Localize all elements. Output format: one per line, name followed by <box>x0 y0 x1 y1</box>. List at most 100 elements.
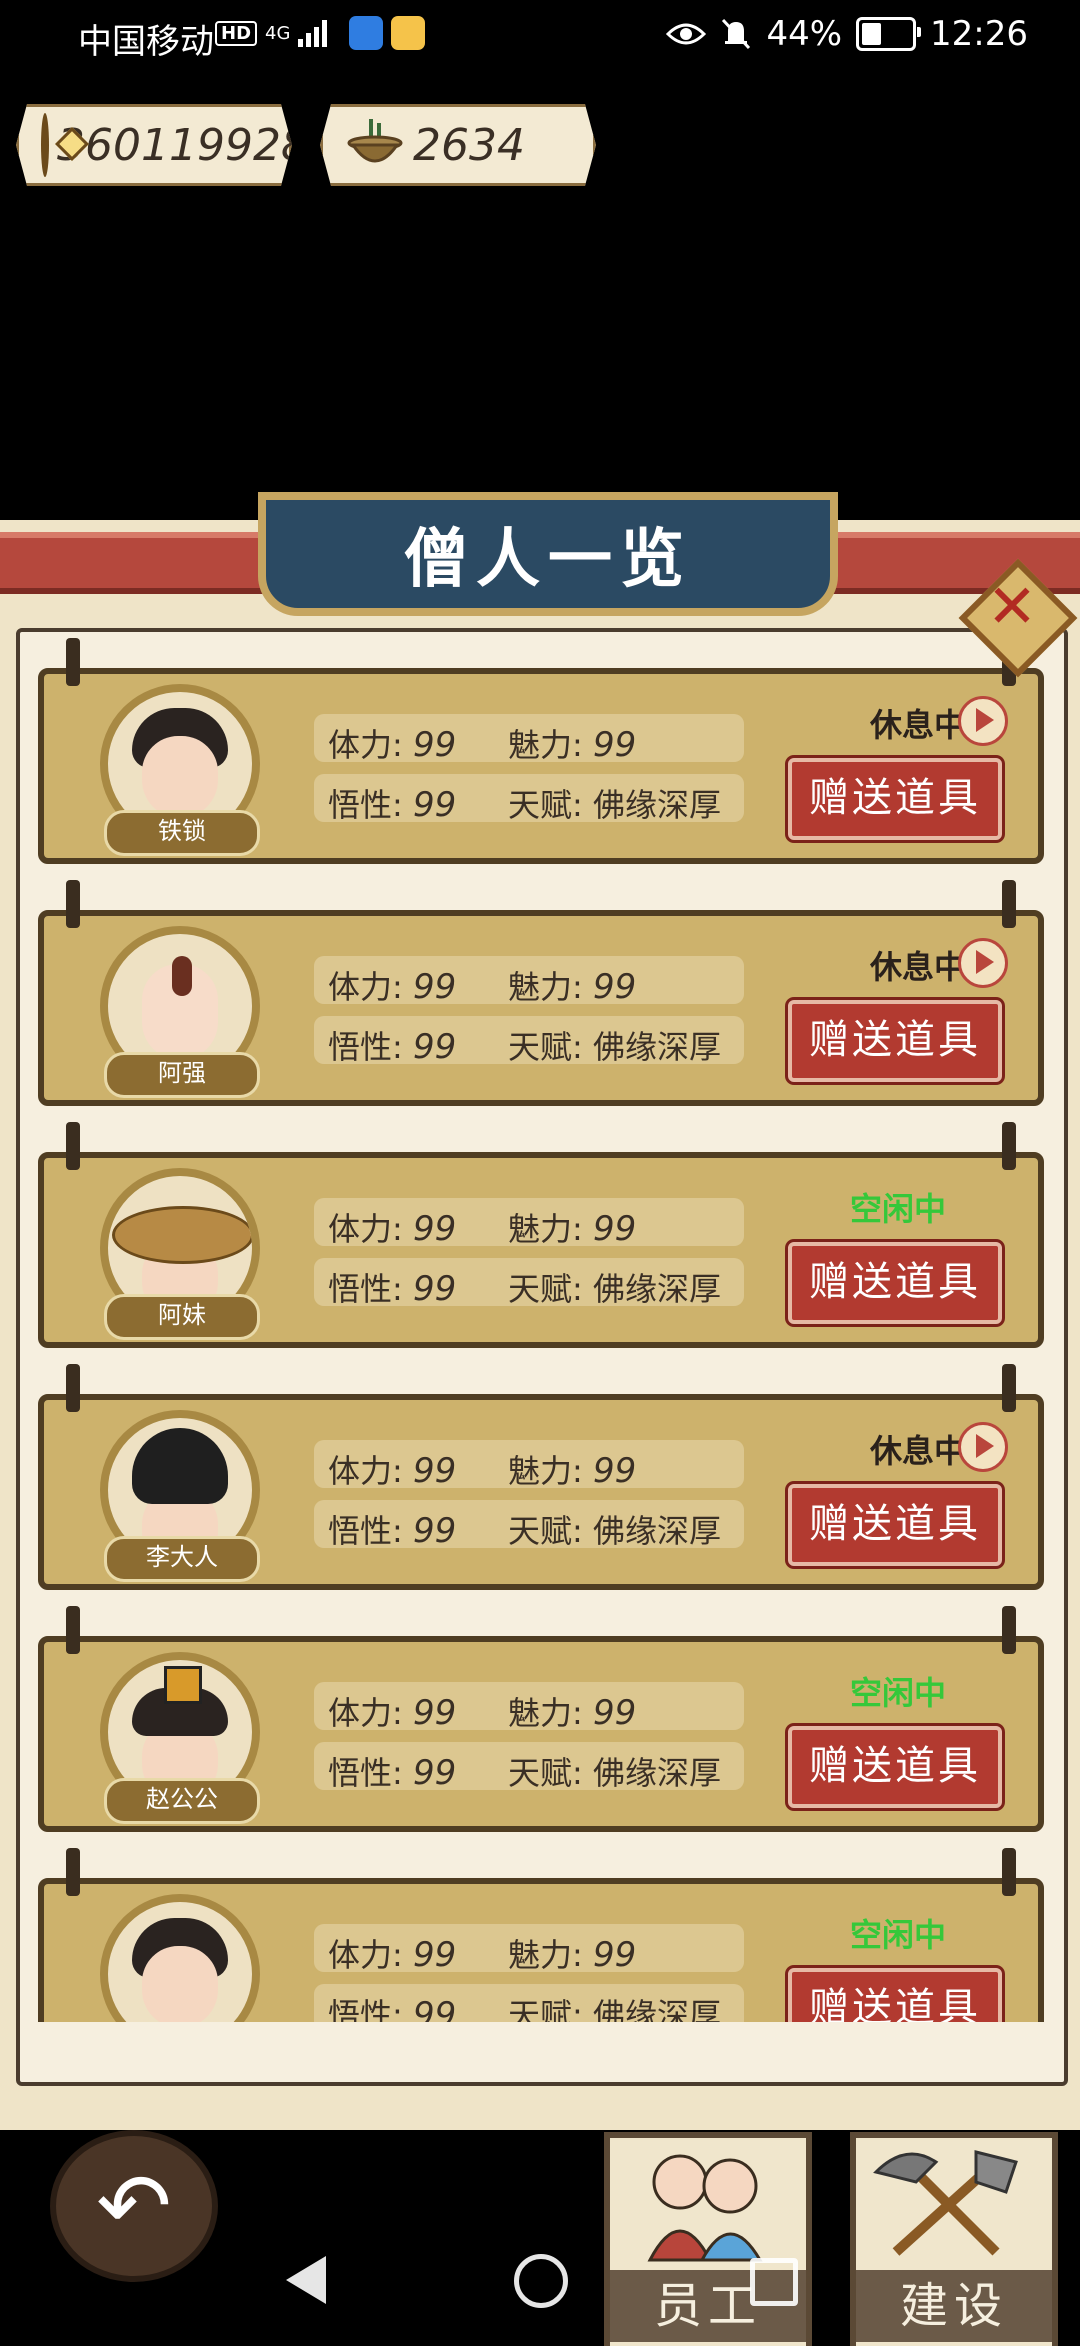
talent-stat: 天赋: 佛缘深厚 <box>508 1022 721 1068</box>
insight-label: 悟性: <box>328 1270 403 1308</box>
close-icon: ✕ <box>986 572 1038 642</box>
staff-icon <box>647 2154 763 2262</box>
close-button[interactable]: ✕ <box>958 558 1078 678</box>
coin-counter: 360119928 <box>16 104 292 186</box>
talent-value: 佛缘深厚 <box>592 1512 721 1550</box>
nav-recent-icon[interactable] <box>750 2258 798 2306</box>
tab-build-label: 建设 <box>856 2270 1052 2342</box>
play-icon[interactable] <box>958 696 1008 746</box>
avatar[interactable] <box>100 1894 260 2022</box>
status-bar: 中国移动 HD 4G 44% 12:26 <box>0 0 1080 70</box>
insight-value: 99 <box>412 1269 457 1309</box>
insight-stat: 悟性: 99 <box>328 1990 456 2022</box>
charm-label: 魅力: <box>508 726 583 764</box>
stats-row-1: 体力: 99 魅力: 99 <box>314 714 744 765</box>
tab-staff[interactable]: 员工 <box>604 2132 812 2346</box>
gift-item-button[interactable]: 赠送道具 <box>788 758 1002 840</box>
tab-build[interactable]: 建设 <box>850 2132 1058 2346</box>
gift-item-button[interactable]: 赠送道具 <box>788 1968 1002 2022</box>
crown <box>164 1666 202 1704</box>
incense-value: 2634 <box>413 119 525 171</box>
insight-value: 99 <box>412 1027 457 1067</box>
talent-value: 佛缘深厚 <box>592 1996 721 2022</box>
card-pin <box>1002 1364 1016 1412</box>
avatar-hair <box>172 956 192 996</box>
stamina-value: 99 <box>412 1935 457 1975</box>
monk-card: 体力: 99 魅力: 99 悟性: 99 天赋: 佛缘深厚 空闲中 赠送道具 <box>38 1848 1044 2022</box>
charm-label: 魅力: <box>508 1452 583 1490</box>
undo-arrow-icon: ↶ <box>96 2154 172 2259</box>
card-pin <box>1002 1606 1016 1654</box>
play-icon[interactable] <box>958 1422 1008 1472</box>
charm-value: 99 <box>592 1935 637 1975</box>
gift-item-button[interactable]: 赠送道具 <box>788 1484 1002 1566</box>
charm-value: 99 <box>592 1209 637 1249</box>
stats-row-2: 悟性: 99 天赋: 佛缘深厚 <box>314 1984 744 2022</box>
insight-label: 悟性: <box>328 1028 403 1066</box>
stats-row-1: 体力: 99 魅力: 99 <box>314 1440 744 1491</box>
carrier-label: 中国移动 <box>78 22 214 62</box>
stamina-stat: 体力: 99 <box>328 720 456 766</box>
stamina-label: 体力: <box>328 1452 403 1490</box>
talent-stat: 天赋: 佛缘深厚 <box>508 1506 721 1552</box>
clock: 12:26 <box>930 14 1028 54</box>
stamina-value: 99 <box>412 725 457 765</box>
monk-name: 铁锁 <box>104 810 260 856</box>
card-pin <box>1002 1848 1016 1896</box>
talent-stat: 天赋: 佛缘深厚 <box>508 1264 721 1310</box>
nav-back-icon[interactable] <box>286 2256 326 2304</box>
official-hat <box>132 1428 228 1504</box>
talent-label: 天赋: <box>508 1270 583 1308</box>
insight-label: 悟性: <box>328 1754 403 1792</box>
page-title: 僧人一览 <box>404 523 692 597</box>
talent-stat: 天赋: 佛缘深厚 <box>508 780 721 826</box>
monk-name: 阿强 <box>104 1052 260 1098</box>
charm-label: 魅力: <box>508 1210 583 1248</box>
gift-item-button[interactable]: 赠送道具 <box>788 1242 1002 1324</box>
gift-item-button[interactable]: 赠送道具 <box>788 1726 1002 1808</box>
monk-card: 阿强 体力: 99 魅力: 99 悟性: 99 天赋: 佛缘深厚 休息中 赠送道… <box>38 880 1044 1106</box>
talent-label: 天赋: <box>508 1512 583 1550</box>
insight-value: 99 <box>412 1753 457 1793</box>
insight-stat: 悟性: 99 <box>328 1264 456 1310</box>
weibo-icon <box>391 16 426 50</box>
battery-icon <box>856 17 922 51</box>
nav-home-icon[interactable] <box>514 2254 568 2308</box>
gift-item-button[interactable]: 赠送道具 <box>788 1000 1002 1082</box>
insight-value: 99 <box>412 1995 457 2022</box>
status-label: 空闲中 <box>849 1674 946 1712</box>
stamina-value: 99 <box>412 1209 457 1249</box>
card-pin <box>1002 880 1016 928</box>
stamina-label: 体力: <box>328 968 403 1006</box>
card-pin <box>66 1122 80 1170</box>
monk-card: 铁锁 体力: 99 魅力: 99 悟性: 99 天赋: 佛缘深厚 休息中 赠送道… <box>38 638 1044 864</box>
insight-stat: 悟性: 99 <box>328 1748 456 1794</box>
charm-stat: 魅力: 99 <box>508 1688 636 1734</box>
charm-stat: 魅力: 99 <box>508 1204 636 1250</box>
avatar-face <box>142 1946 218 2022</box>
monk-name: 李大人 <box>104 1536 260 1582</box>
monk-card: 赵公公 体力: 99 魅力: 99 悟性: 99 天赋: 佛缘深厚 空闲中 赠送… <box>38 1606 1044 1832</box>
back-button[interactable]: ↶ <box>50 2130 218 2282</box>
card-pin <box>66 1606 80 1654</box>
charm-value: 99 <box>592 967 637 1007</box>
charm-label: 魅力: <box>508 1936 583 1974</box>
charm-label: 魅力: <box>508 968 583 1006</box>
play-icon[interactable] <box>958 938 1008 988</box>
stamina-stat: 体力: 99 <box>328 1446 456 1492</box>
charm-stat: 魅力: 99 <box>508 1930 636 1976</box>
card-pin <box>66 1364 80 1412</box>
card-pin <box>66 880 80 928</box>
talent-label: 天赋: <box>508 1028 583 1066</box>
monk-card: 李大人 体力: 99 魅力: 99 悟性: 99 天赋: 佛缘深厚 休息中 赠送… <box>38 1364 1044 1590</box>
card-pin <box>1002 1122 1016 1170</box>
talent-label: 天赋: <box>508 786 583 824</box>
talent-label: 天赋: <box>508 1996 583 2022</box>
status-label: 休息中 <box>869 706 966 744</box>
insight-label: 悟性: <box>328 1512 403 1550</box>
stamina-label: 体力: <box>328 1694 403 1732</box>
insight-stat: 悟性: 99 <box>328 780 456 826</box>
monk-list[interactable]: 铁锁 体力: 99 魅力: 99 悟性: 99 天赋: 佛缘深厚 休息中 赠送道… <box>20 632 1056 2022</box>
insight-value: 99 <box>412 1511 457 1551</box>
talent-value: 佛缘深厚 <box>592 786 721 824</box>
